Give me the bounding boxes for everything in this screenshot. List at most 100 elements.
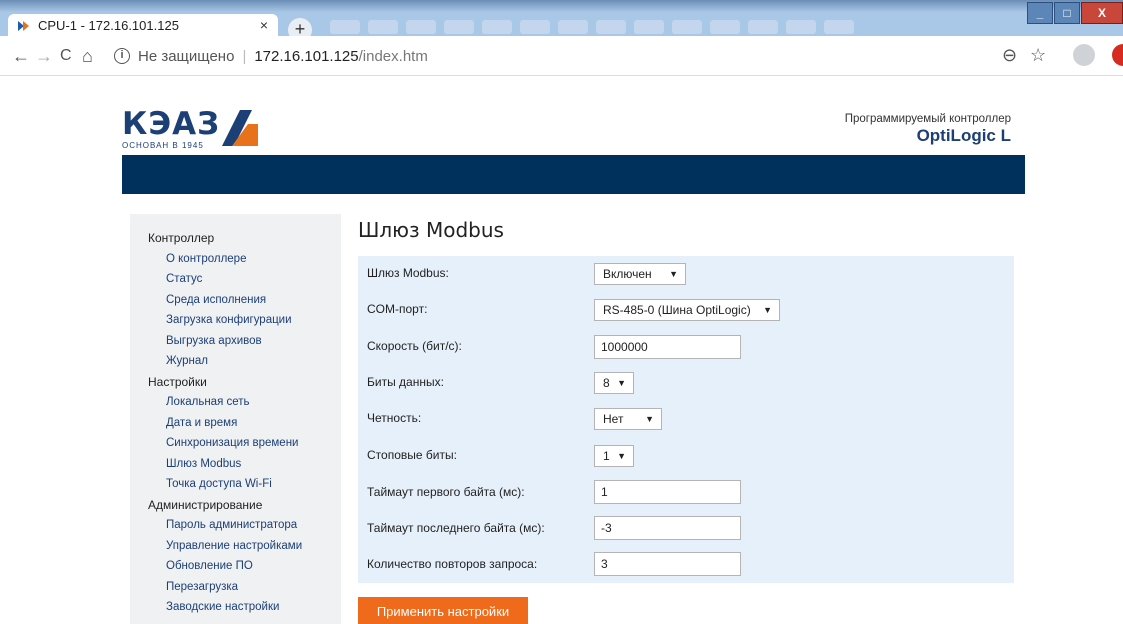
sidebar-item-modbus-gateway[interactable]: Шлюз Modbus <box>148 454 341 475</box>
retries-input[interactable] <box>594 552 741 576</box>
logo-arrow-icon <box>222 110 258 146</box>
background-tab[interactable] <box>824 20 854 34</box>
window-maximize-button[interactable]: □ <box>1054 2 1080 24</box>
window-minimize-button[interactable]: _ <box>1027 2 1053 24</box>
star-icon[interactable]: ☆ <box>1030 45 1046 66</box>
sidebar-item-wifi-ap[interactable]: Точка доступа Wi-Fi <box>148 474 341 495</box>
tab-title: CPU-1 - 172.16.101.125 <box>38 17 179 33</box>
browser-tab[interactable]: CPU-1 - 172.16.101.125 × <box>8 14 278 36</box>
background-tab[interactable] <box>558 20 588 34</box>
form-row-com-port: COM-порт: RS-485-0 (Шина OptiLogic) ▼ <box>358 292 1014 328</box>
tab-close-icon[interactable]: × <box>260 17 268 33</box>
sidebar-item-factory-reset[interactable]: Заводские настройки <box>148 597 341 618</box>
background-tab[interactable] <box>406 20 436 34</box>
apply-settings-button[interactable]: Применить настройки <box>358 597 528 624</box>
url-path: /index.htm <box>358 47 428 65</box>
parity-select[interactable]: Нет ▼ <box>594 408 662 430</box>
logo-subtitle: ОСНОВАН В 1945 <box>122 141 204 150</box>
form-row-speed: Скорость (бит/с): <box>358 329 1014 365</box>
gateway-label: Шлюз Modbus: <box>367 266 449 280</box>
gateway-select[interactable]: Включен ▼ <box>594 263 686 285</box>
background-tab[interactable] <box>634 20 664 34</box>
url-separator: | <box>242 47 247 65</box>
sidebar-item-time-sync[interactable]: Синхронизация времени <box>148 433 341 454</box>
back-icon[interactable]: ← <box>12 46 30 67</box>
com-port-label: COM-порт: <box>367 302 428 316</box>
sidebar-item-log[interactable]: Журнал <box>148 351 341 372</box>
background-tab[interactable] <box>520 20 550 34</box>
sidebar-item-settings-management[interactable]: Управление настройками <box>148 536 341 557</box>
parity-value: Нет <box>603 412 624 426</box>
sidebar-group-controller: Контроллер <box>148 231 215 245</box>
sidebar-item-lan[interactable]: Локальная сеть <box>148 392 341 413</box>
background-tab[interactable] <box>786 20 816 34</box>
data-bits-value: 8 <box>603 376 610 390</box>
background-tab[interactable] <box>596 20 626 34</box>
form-row-gateway: Шлюз Modbus: Включен ▼ <box>358 256 1014 292</box>
forward-icon[interactable]: → <box>35 46 53 67</box>
sidebar-item-upload-config[interactable]: Загрузка конфигурации <box>148 310 341 331</box>
com-port-value: RS-485-0 (Шина OptiLogic) <box>603 303 751 317</box>
minimize-icon: _ <box>1036 6 1044 20</box>
stop-bits-value: 1 <box>603 449 610 463</box>
page-title: Шлюз Modbus <box>358 218 504 242</box>
background-tab[interactable] <box>444 20 474 34</box>
chevron-down-icon: ▼ <box>669 269 678 279</box>
retries-label: Количество повторов запроса: <box>367 557 538 571</box>
form-row-retries: Количество повторов запроса: <box>358 547 1014 583</box>
parity-label: Четность: <box>367 411 422 425</box>
background-tab[interactable] <box>330 20 360 34</box>
reload-icon[interactable]: C <box>60 47 72 65</box>
first-byte-timeout-input[interactable] <box>594 480 741 504</box>
background-tabs[interactable] <box>330 20 970 36</box>
background-tab[interactable] <box>672 20 702 34</box>
com-port-select[interactable]: RS-485-0 (Шина OptiLogic) ▼ <box>594 299 780 321</box>
sidebar-item-firmware-update[interactable]: Обновление ПО <box>148 556 341 577</box>
background-tab[interactable] <box>482 20 512 34</box>
zoom-icon[interactable]: ⊖ <box>1002 45 1017 66</box>
background-tab[interactable] <box>368 20 398 34</box>
window-close-button[interactable]: X <box>1081 2 1123 24</box>
security-label: Не защищено <box>138 47 235 65</box>
browser-address-bar: ← → C ⌂ i Не защищено | 172.16.101.125 /… <box>0 36 1123 76</box>
keaz-logo: КЭАЗ ОСНОВАН В 1945 <box>122 106 258 150</box>
background-tab[interactable] <box>710 20 740 34</box>
sidebar-item-reboot[interactable]: Перезагрузка <box>148 577 341 598</box>
form-row-stop-bits: Стоповые биты: 1 ▼ <box>358 438 1014 474</box>
data-bits-label: Биты данных: <box>367 375 444 389</box>
sidebar-group-admin: Администрирование <box>148 497 263 512</box>
avatar-icon[interactable] <box>1073 44 1095 66</box>
info-icon[interactable]: i <box>114 48 130 64</box>
sidebar-item-status[interactable]: Статус <box>148 269 341 290</box>
background-tab[interactable] <box>748 20 778 34</box>
form-row-parity: Четность: Нет ▼ <box>358 401 1014 437</box>
last-byte-timeout-input[interactable] <box>594 516 741 540</box>
form-row-data-bits: Биты данных: 8 ▼ <box>358 365 1014 401</box>
chevron-down-icon: ▼ <box>763 305 772 315</box>
sidebar-item-admin-password[interactable]: Пароль администратора <box>148 515 341 536</box>
gateway-value: Включен <box>603 267 652 281</box>
sidebar-item-datetime[interactable]: Дата и время <box>148 413 341 434</box>
form-row-first-byte-timeout: Таймаут первого байта (мс): <box>358 475 1014 511</box>
product-name: OptiLogic L <box>916 126 1011 145</box>
chevron-down-icon: ▼ <box>617 451 626 461</box>
chevron-down-icon: ▼ <box>645 414 654 424</box>
sidebar-menu: Контроллер О контроллере Статус Среда ис… <box>130 214 341 624</box>
speed-input[interactable] <box>594 335 741 359</box>
speed-label: Скорость (бит/с): <box>367 339 462 353</box>
home-icon[interactable]: ⌂ <box>82 46 93 67</box>
data-bits-select[interactable]: 8 ▼ <box>594 372 634 394</box>
logo-text: КЭАЗ <box>122 106 221 142</box>
product-title: Программируемый контроллер OptiLogic L <box>845 113 1011 146</box>
keaz-favicon-icon <box>18 19 30 31</box>
sidebar-item-about[interactable]: О контроллере <box>148 249 341 270</box>
header-banner <box>122 155 1025 194</box>
stop-bits-select[interactable]: 1 ▼ <box>594 445 634 467</box>
browser-tab-bar: CPU-1 - 172.16.101.125 × + _ □ X <box>0 0 1123 42</box>
chevron-down-icon: ▼ <box>617 378 626 388</box>
url-field[interactable]: i Не защищено | 172.16.101.125 /index.ht… <box>114 43 1014 69</box>
sidebar-item-download-archives[interactable]: Выгрузка архивов <box>148 331 341 352</box>
form-row-last-byte-timeout: Таймаут последнего байта (мс): <box>358 511 1014 547</box>
sidebar-item-runtime[interactable]: Среда исполнения <box>148 290 341 311</box>
product-caption: Программируемый контроллер <box>844 113 1011 125</box>
